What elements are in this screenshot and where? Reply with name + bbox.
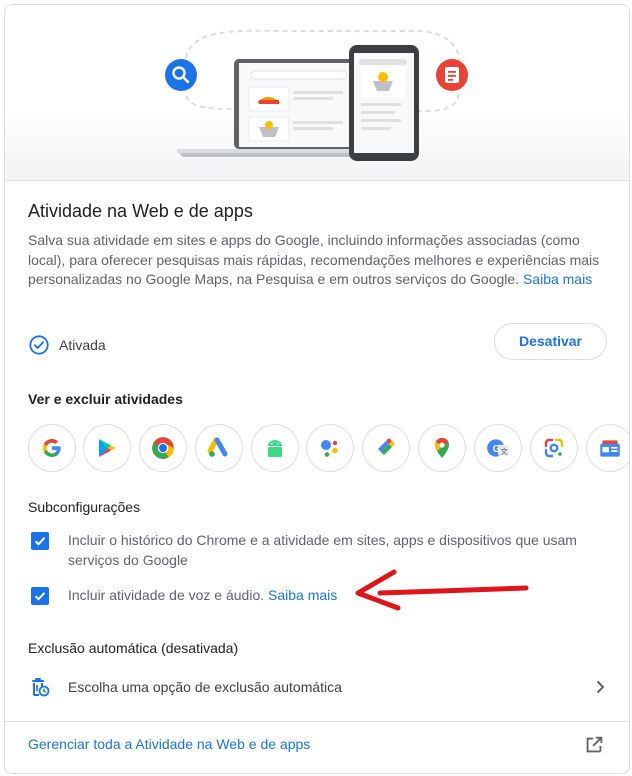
google-ads-icon[interactable] [195, 424, 243, 472]
google-maps-icon[interactable] [418, 424, 466, 472]
chrome-history-label: Incluir o histórico do Chrome e a ativid… [68, 532, 577, 568]
auto-delete-option-label: Escolha uma opção de exclusão automática [68, 679, 342, 695]
svg-text:G: G [493, 444, 501, 455]
voice-audio-checkbox[interactable] [31, 587, 49, 605]
learn-more-link[interactable]: Saiba mais [523, 271, 592, 287]
search-icon [165, 59, 197, 91]
subsettings-heading: Subconfigurações [28, 499, 141, 515]
status-label: Ativada [59, 337, 106, 353]
card-title: Atividade na Web e de apps [28, 201, 253, 221]
android-icon[interactable] [251, 424, 299, 472]
voice-learn-more-link[interactable]: Saiba mais [268, 587, 337, 603]
status-row: Ativada [28, 331, 106, 359]
chevron-right-icon [596, 680, 605, 694]
voice-audio-label: Incluir atividade de voz e áudio. [68, 587, 265, 603]
phone-illustration [349, 45, 419, 161]
google-assistant-icon[interactable] [306, 424, 354, 472]
annotation-arrow [355, 569, 529, 611]
manage-activity-link[interactable]: Gerenciar toda a Atividade na Web e de a… [28, 736, 310, 752]
app-icons-row: G 文 [28, 424, 629, 476]
google-search-icon[interactable] [28, 424, 76, 472]
laptop-illustration [177, 59, 371, 157]
card-description: Salva sua atividade em sites e apps do G… [28, 231, 613, 290]
web-app-activity-card: Atividade na Web e de apps Salva sua ati… [4, 4, 630, 774]
google-play-icon[interactable] [83, 424, 131, 472]
google-lens-icon[interactable] [530, 424, 578, 472]
auto-delete-icon [32, 678, 50, 697]
chrome-history-checkbox[interactable] [31, 532, 49, 550]
document-icon [436, 59, 468, 91]
check-circle-icon [29, 335, 49, 355]
svg-text:文: 文 [500, 446, 508, 456]
checkmark-icon [34, 537, 46, 546]
activities-heading: Ver e excluir atividades [28, 391, 183, 407]
subsetting-chrome-history: Incluir o histórico do Chrome e a ativid… [28, 530, 608, 570]
open-in-new-icon[interactable] [583, 734, 605, 756]
chrome-icon[interactable] [139, 424, 187, 472]
auto-delete-option[interactable]: Escolha uma opção de exclusão automática [28, 673, 610, 701]
divider [5, 721, 629, 722]
checkmark-icon [34, 592, 46, 601]
description-text: Salva sua atividade em sites e apps do G… [28, 232, 600, 287]
auto-delete-heading: Exclusão automática (desativada) [28, 640, 239, 656]
google-translate-icon[interactable]: G 文 [474, 424, 522, 472]
google-news-icon[interactable] [586, 424, 629, 472]
google-pay-icon[interactable] [362, 424, 410, 472]
deactivate-button[interactable]: Desativar [494, 323, 607, 360]
hero-illustration [5, 5, 629, 181]
